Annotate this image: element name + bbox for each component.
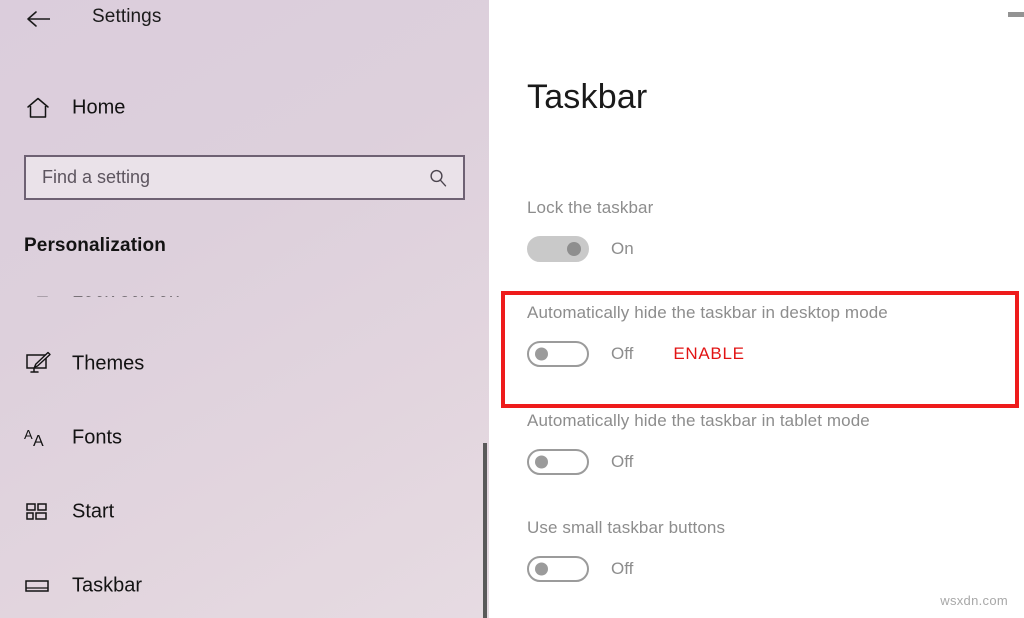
home-icon (24, 94, 52, 122)
sidebar-item-home-label: Home (72, 96, 126, 119)
toggle-row: Off (527, 556, 725, 582)
search-icon[interactable] (427, 167, 449, 189)
toggle-state-label: On (611, 239, 634, 258)
page-title: Taskbar (527, 78, 648, 116)
window-title: Settings (92, 6, 162, 27)
setting-label: Automatically hide the taskbar in deskto… (527, 303, 888, 322)
search-input[interactable]: Find a setting (24, 155, 465, 200)
lock-screen-icon (24, 296, 52, 305)
svg-text:A: A (24, 427, 33, 442)
search-placeholder: Find a setting (42, 167, 151, 187)
sidebar-item-home[interactable]: Home (0, 88, 465, 128)
toggle-knob (567, 242, 581, 256)
sidebar-item-fonts-label: Fonts (72, 426, 123, 449)
toggle-row: On (527, 236, 653, 262)
setting-label: Automatically hide the taskbar in tablet… (527, 411, 870, 430)
setting-auto-hide-tablet-mode: Automatically hide the taskbar in tablet… (527, 411, 870, 475)
start-tiles-icon (24, 498, 52, 526)
toggle-auto-hide-tablet-mode[interactable] (527, 449, 589, 475)
sidebar-item-lock-screen-label: Lock screen (72, 283, 180, 302)
sidebar-item-taskbar-label: Taskbar (72, 574, 143, 597)
setting-use-small-taskbar-buttons: Use small taskbar buttons Off (527, 518, 725, 582)
toggle-lock-the-taskbar[interactable] (527, 236, 589, 262)
enable-annotation-label: ENABLE (673, 344, 745, 363)
sidebar-item-lock-screen[interactable]: Lock screen (0, 283, 465, 312)
taskbar-icon (24, 572, 52, 600)
sidebar-item-start[interactable]: Start (0, 491, 465, 533)
toggle-row: Off ENABLE (527, 341, 888, 367)
sidebar-item-start-label: Start (72, 500, 115, 523)
sidebar-item-themes-label: Themes (72, 352, 145, 375)
toggle-auto-hide-desktop-mode[interactable] (527, 341, 589, 367)
setting-lock-the-taskbar: Lock the taskbar On (527, 198, 653, 262)
toggle-knob (535, 455, 548, 469)
setting-label: Lock the taskbar (527, 198, 654, 217)
setting-label: Use small taskbar buttons (527, 518, 726, 537)
toggle-state-label: Off (611, 344, 634, 363)
sidebar-nav-list: Lock screen Themes A A Fonts Start Taskb… (0, 283, 489, 618)
toggle-state-label: Off (611, 452, 634, 471)
setting-auto-hide-desktop-mode: Automatically hide the taskbar in deskto… (527, 303, 888, 367)
settings-window: Settings Home Find a setting Personaliza… (0, 0, 1024, 618)
content-panel: Taskbar Lock the taskbar On Automaticall… (489, 0, 1024, 618)
sidebar-header: Settings (0, 0, 489, 42)
sidebar-scrollbar-thumb[interactable] (483, 443, 487, 618)
svg-text:A: A (33, 433, 44, 450)
window-chrome-mark (1008, 12, 1024, 17)
toggle-state-label: Off (611, 559, 634, 578)
toggle-use-small-taskbar-buttons[interactable] (527, 556, 589, 582)
themes-brush-icon (24, 350, 52, 378)
watermark: wsxdn.com (940, 593, 1008, 608)
fonts-aa-icon: A A (24, 424, 52, 452)
toggle-knob (535, 562, 548, 576)
sidebar: Settings Home Find a setting Personaliza… (0, 0, 489, 618)
toggle-row: Off (527, 449, 870, 475)
back-arrow-icon[interactable] (24, 4, 54, 34)
sidebar-item-themes[interactable]: Themes (0, 343, 465, 385)
sidebar-item-fonts[interactable]: A A Fonts (0, 417, 465, 459)
sidebar-section-header: Personalization (24, 235, 166, 256)
sidebar-item-taskbar[interactable]: Taskbar (0, 565, 465, 607)
toggle-knob (535, 347, 548, 361)
